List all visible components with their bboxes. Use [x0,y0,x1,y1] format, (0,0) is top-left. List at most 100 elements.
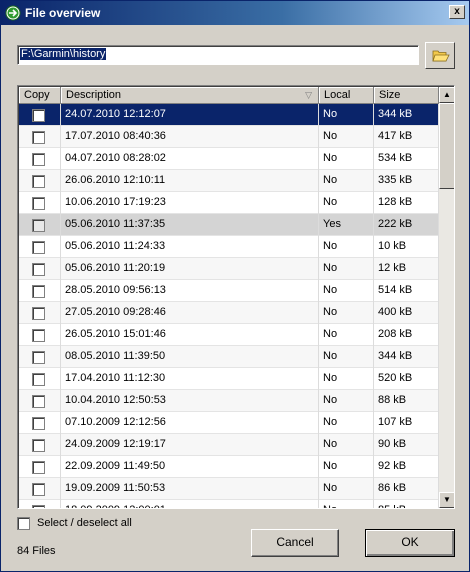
copy-cell [19,280,61,302]
browse-folder-button[interactable] [425,42,455,69]
size-cell: 12 kB [374,258,439,280]
local-cell: No [319,192,374,214]
column-header-local[interactable]: Local [319,87,374,104]
table-row[interactable]: 17.04.2010 11:12:30 No 520 kB [19,368,439,390]
local-cell: No [319,500,374,508]
copy-checkbox[interactable] [32,461,45,474]
table-row[interactable]: 27.05.2010 09:28:46 No 400 kB [19,302,439,324]
copy-checkbox[interactable] [32,197,45,210]
table-row[interactable]: 19.09.2009 11:50:53 No 86 kB [19,478,439,500]
copy-cell [19,456,61,478]
copy-checkbox[interactable] [32,439,45,452]
scroll-down-button[interactable]: ▼ [439,492,454,508]
table-row[interactable]: 26.06.2010 12:10:11 No 335 kB [19,170,439,192]
local-cell: No [319,456,374,478]
description-cell: 22.09.2009 11:49:50 [61,456,319,478]
table-row[interactable]: 24.09.2009 12:19:17 No 90 kB [19,434,439,456]
size-cell: 10 kB [374,236,439,258]
copy-checkbox[interactable] [32,153,45,166]
column-header-description-label: Description [66,89,122,101]
size-cell: 88 kB [374,390,439,412]
copy-checkbox[interactable] [32,263,45,276]
size-cell: 417 kB [374,126,439,148]
copy-checkbox[interactable] [32,351,45,364]
close-button[interactable]: x [449,5,465,19]
vertical-scrollbar[interactable]: ▲ ▼ [439,87,454,508]
copy-cell [19,346,61,368]
copy-checkbox[interactable] [32,373,45,386]
size-cell: 222 kB [374,214,439,236]
column-header-size[interactable]: Size [374,87,439,104]
files-count: 84 Files [17,545,56,557]
copy-cell [19,236,61,258]
arrow-circle-icon [5,5,21,21]
size-cell: 514 kB [374,280,439,302]
copy-checkbox[interactable] [32,285,45,298]
copy-cell [19,500,61,508]
select-all-checkbox[interactable] [17,517,30,530]
table-row[interactable]: 10.04.2010 12:50:53 No 88 kB [19,390,439,412]
copy-cell [19,324,61,346]
copy-cell [19,390,61,412]
size-cell: 534 kB [374,148,439,170]
sort-desc-icon: ▽ [305,90,312,100]
copy-checkbox[interactable] [32,329,45,342]
title-bar: File overview x [1,1,469,25]
copy-cell [19,148,61,170]
description-cell: 17.04.2010 11:12:30 [61,368,319,390]
size-cell: 90 kB [374,434,439,456]
copy-checkbox[interactable] [32,175,45,188]
table-row[interactable]: 28.05.2010 09:56:13 No 514 kB [19,280,439,302]
copy-cell [19,412,61,434]
local-cell: No [319,390,374,412]
copy-checkbox[interactable] [32,307,45,320]
table-row[interactable]: 24.07.2010 12:12:07 No 344 kB [19,104,439,126]
table-row[interactable]: 17.07.2010 08:40:36 No 417 kB [19,126,439,148]
file-overview-dialog: File overview x F:\Garmin\history Copy D… [0,0,470,572]
copy-checkbox[interactable] [32,109,45,122]
table-row[interactable]: 10.06.2010 17:19:23 No 128 kB [19,192,439,214]
size-cell: 208 kB [374,324,439,346]
table-row[interactable]: 08.05.2010 11:39:50 No 344 kB [19,346,439,368]
copy-cell [19,192,61,214]
local-cell: No [319,148,374,170]
table-row[interactable]: 05.06.2010 11:24:33 No 10 kB [19,236,439,258]
table-row[interactable]: 05.06.2010 11:20:19 No 12 kB [19,258,439,280]
copy-checkbox[interactable] [32,395,45,408]
copy-checkbox[interactable] [32,219,45,232]
path-field[interactable]: F:\Garmin\history [17,45,419,65]
table-header: Copy Description ▽ Local Size [19,87,439,104]
copy-checkbox[interactable] [32,417,45,430]
copy-checkbox[interactable] [32,131,45,144]
copy-cell [19,302,61,324]
copy-checkbox[interactable] [32,505,45,508]
copy-checkbox[interactable] [32,483,45,496]
copy-cell [19,104,61,126]
copy-checkbox[interactable] [32,241,45,254]
local-cell: Yes [319,214,374,236]
description-cell: 08.05.2010 11:39:50 [61,346,319,368]
table-row[interactable]: 07.10.2009 12:12:56 No 107 kB [19,412,439,434]
description-cell: 26.06.2010 12:10:11 [61,170,319,192]
ok-button[interactable]: OK [365,529,455,557]
table-row[interactable]: 18.09.2009 12:00:01No85 kB [19,500,439,508]
scroll-up-button[interactable]: ▲ [439,87,454,103]
table-row[interactable]: 04.07.2010 08:28:02 No 534 kB [19,148,439,170]
table-row[interactable]: 26.05.2010 15:01:46 No 208 kB [19,324,439,346]
local-cell: No [319,104,374,126]
local-cell: No [319,236,374,258]
size-cell: 128 kB [374,192,439,214]
copy-cell [19,214,61,236]
size-cell: 86 kB [374,478,439,500]
column-header-description[interactable]: Description ▽ [61,87,319,104]
size-cell: 344 kB [374,346,439,368]
description-cell: 24.09.2009 12:19:17 [61,434,319,456]
local-cell: No [319,346,374,368]
scroll-thumb[interactable] [439,103,454,189]
size-cell: 92 kB [374,456,439,478]
table-row[interactable]: 05.06.2010 11:37:35 Yes 222 kB [19,214,439,236]
column-header-copy[interactable]: Copy [19,87,61,104]
local-cell: No [319,126,374,148]
cancel-button[interactable]: Cancel [251,529,339,557]
table-row[interactable]: 22.09.2009 11:49:50 No 92 kB [19,456,439,478]
